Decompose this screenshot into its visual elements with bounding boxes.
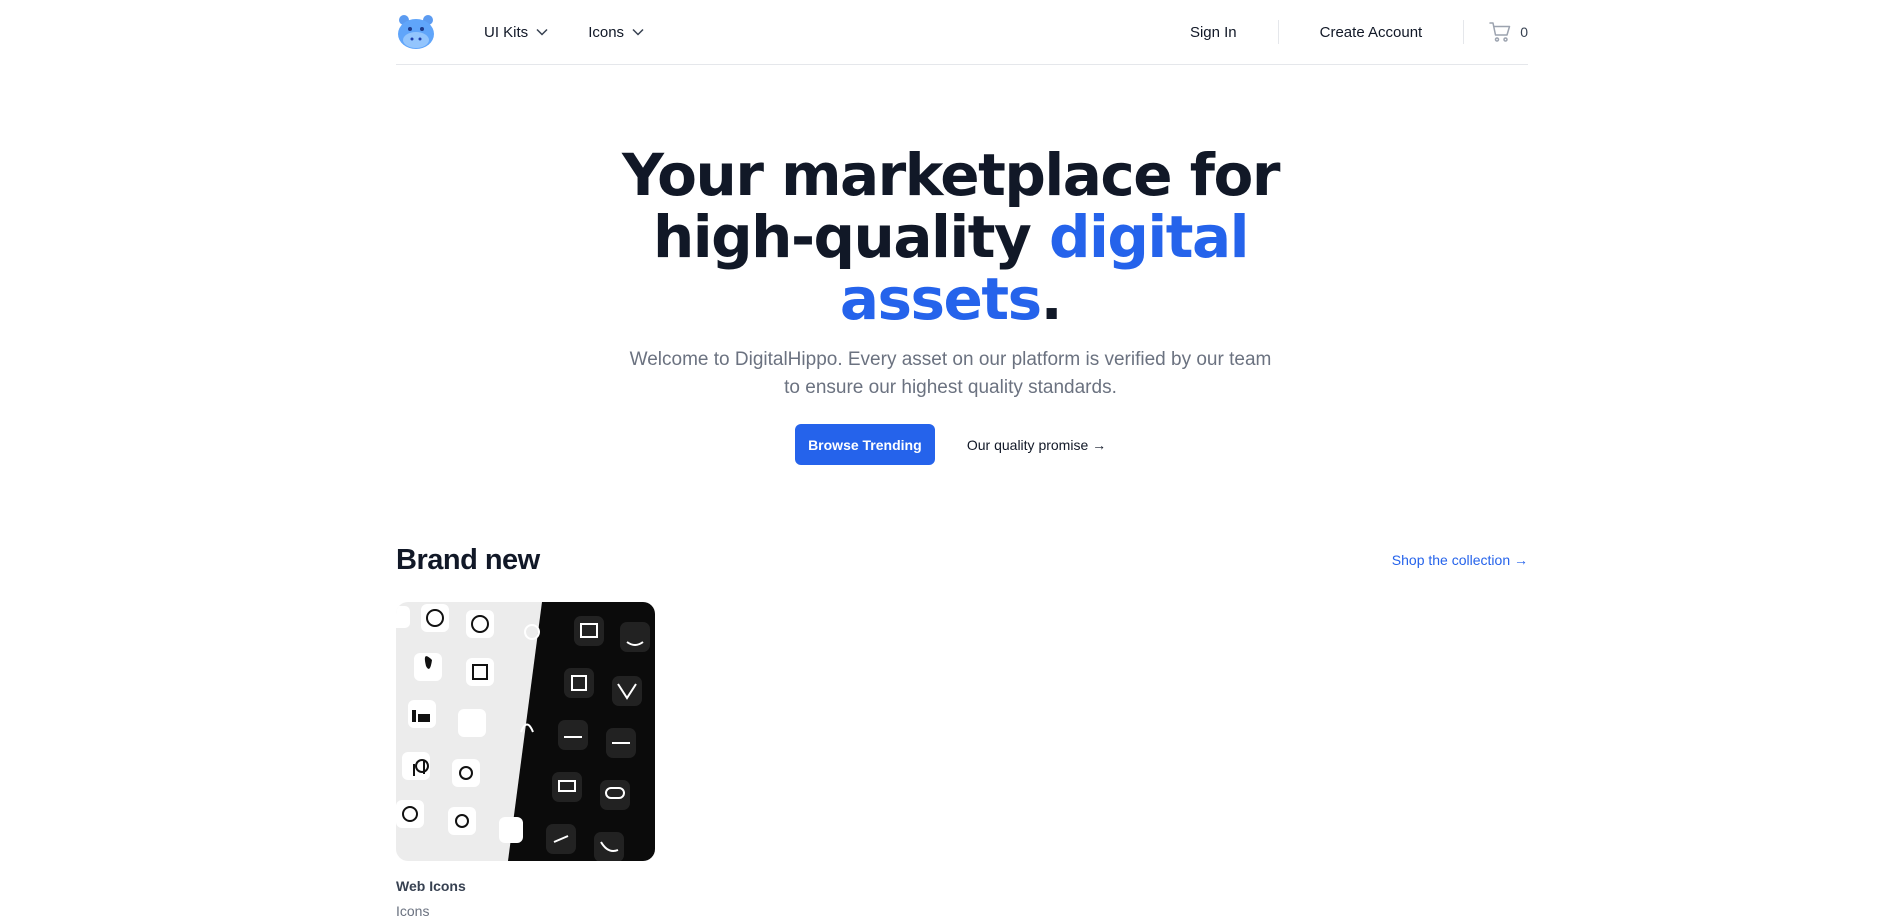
cart-count: 0: [1520, 24, 1528, 40]
nav-menu-label: UI Kits: [484, 23, 529, 41]
cart-button[interactable]: 0: [1488, 20, 1528, 44]
chevron-down-icon: [536, 28, 548, 36]
product-category: Icons: [396, 903, 430, 918]
chevron-down-icon: [632, 28, 644, 36]
nav-menu-icons[interactable]: Icons: [588, 24, 644, 41]
quality-promise-button[interactable]: Our quality promise →: [967, 437, 1106, 453]
hero-subtitle: Welcome to DigitalHippo. Every asset on …: [629, 349, 1272, 398]
nav-actions: Sign In Create Account 0: [1190, 20, 1528, 44]
nav-menu-label: Icons: [588, 23, 625, 41]
hero-title-end: .: [1040, 265, 1063, 333]
nav-menu-ui-kits[interactable]: UI Kits: [484, 24, 548, 41]
hero: Your marketplace for high-quality digita…: [0, 144, 1901, 465]
navbar: UI Kits Icons Sign In Create Account 0: [396, 0, 1528, 65]
shop-collection-link[interactable]: Shop the collection →: [1392, 552, 1528, 568]
sign-in-link[interactable]: Sign In: [1190, 24, 1237, 41]
divider: [1277, 20, 1279, 44]
shopping-cart-icon: [1489, 22, 1511, 42]
create-account-link[interactable]: Create Account: [1320, 24, 1423, 41]
hippo-logo[interactable]: [396, 14, 436, 50]
hero-actions: Browse Trending Our quality promise →: [0, 424, 1901, 465]
divider: [1463, 20, 1465, 44]
brand-new-header: Brand new Shop the collection →: [396, 540, 1528, 580]
hero-title: Your marketplace for high-quality digita…: [551, 144, 1351, 330]
product-name: Web Icons: [396, 878, 466, 894]
main-nav: UI Kits Icons: [484, 24, 644, 41]
section-title: Brand new: [396, 543, 540, 576]
browse-trending-button[interactable]: Browse Trending: [794, 424, 935, 465]
product-image: [396, 602, 655, 861]
product-card[interactable]: Web Icons Icons: [396, 602, 655, 918]
